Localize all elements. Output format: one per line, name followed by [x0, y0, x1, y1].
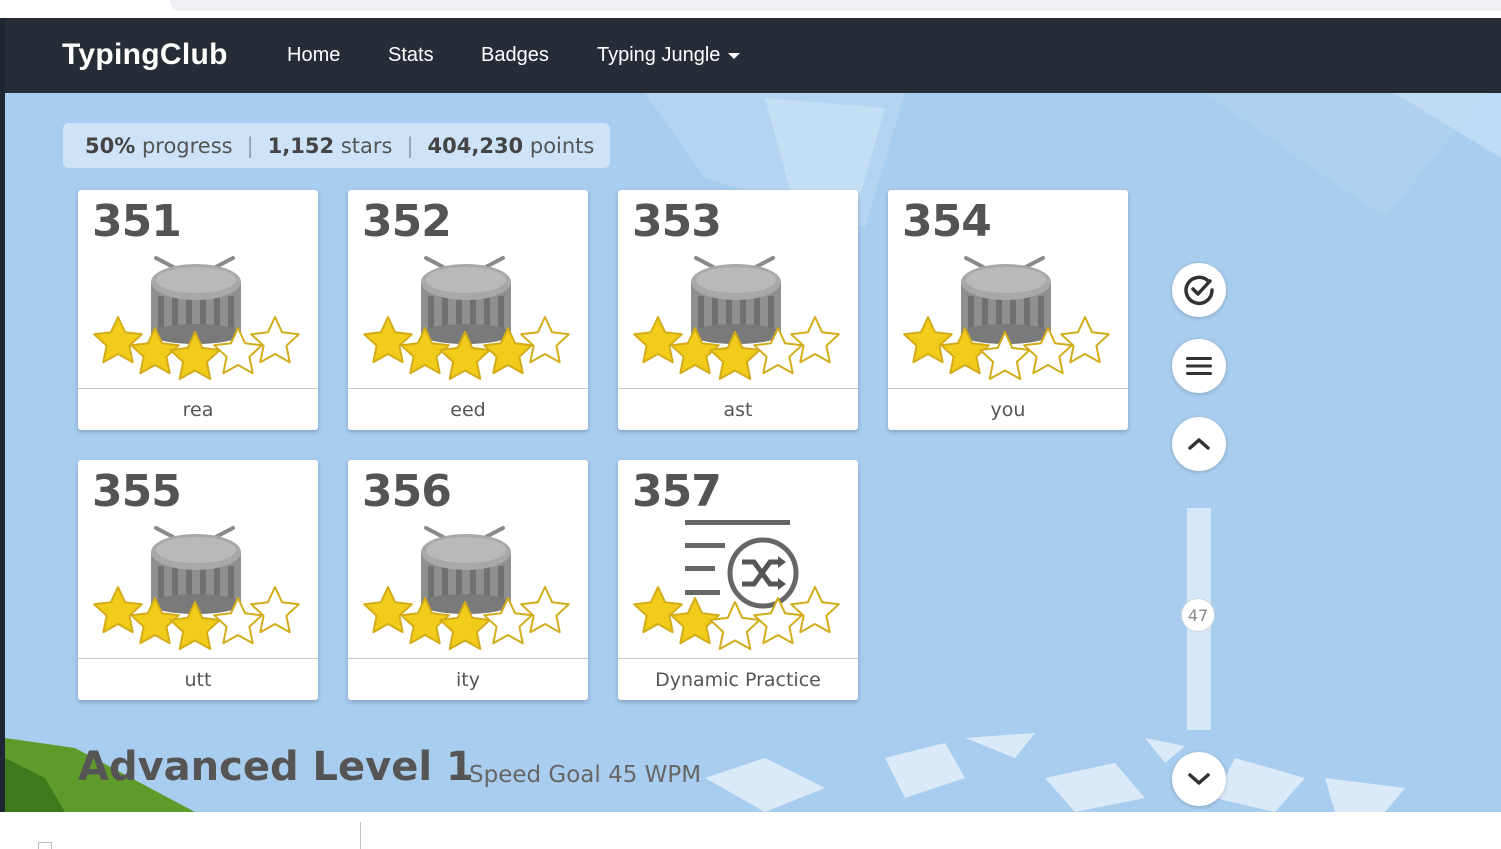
menu-button[interactable]	[1172, 339, 1226, 393]
star-filled-icon	[633, 586, 683, 634]
browser-top-strip	[0, 0, 1501, 18]
lesson-art	[93, 256, 300, 380]
star-empty-icon	[520, 586, 570, 634]
drum-icon	[421, 256, 511, 344]
stars-value: 1,152	[267, 133, 335, 158]
lesson-card-352[interactable]: 352 eed	[348, 190, 588, 430]
star-empty-icon	[250, 316, 300, 364]
lesson-title: ity	[348, 658, 588, 700]
drum-icon	[151, 526, 241, 614]
lesson-card-357[interactable]: 357 Dynamic Practice	[618, 460, 858, 700]
lesson-title: eed	[348, 388, 588, 430]
lesson-card-354[interactable]: 354 you	[888, 190, 1128, 430]
star-empty-icon	[790, 586, 840, 634]
lesson-art	[363, 256, 570, 380]
chevron-down-icon	[1188, 773, 1210, 785]
lesson-number: 352	[362, 196, 452, 247]
star-empty-icon	[250, 586, 300, 634]
lesson-art	[363, 526, 570, 650]
lesson-card-356[interactable]: 356 ity	[348, 460, 588, 700]
brand-logo[interactable]: TypingClub	[62, 38, 228, 72]
star-filled-icon	[93, 586, 143, 634]
progress-label: progress	[141, 133, 233, 158]
lesson-art	[633, 520, 840, 650]
check-circle-icon	[1184, 275, 1214, 306]
drum-icon	[151, 256, 241, 344]
app-frame: TypingClub Home Stats Badges Typing Jung…	[0, 18, 1501, 812]
points-value: 404,230	[427, 133, 524, 158]
points-label: points	[529, 133, 595, 158]
lesson-title: ast	[618, 388, 858, 430]
progress-summary: 50% progress | 1,152 stars | 404,230 poi…	[63, 123, 611, 168]
nav-typing-jungle-label: Typing Jungle	[597, 44, 721, 66]
lesson-art	[903, 256, 1110, 380]
nav-badges[interactable]: Badges	[481, 44, 549, 67]
lesson-title: Dynamic Practice	[618, 658, 858, 700]
lesson-title: you	[888, 388, 1128, 430]
scroll-down-button[interactable]	[1172, 752, 1226, 806]
lesson-title: utt	[78, 658, 318, 700]
drum-icon	[421, 526, 511, 614]
lesson-card-351[interactable]: 351 rea	[78, 190, 318, 430]
lesson-art	[93, 526, 300, 650]
progress-value: 50%	[85, 133, 136, 158]
file-icon	[38, 842, 52, 849]
scroll-position-badge[interactable]: 47	[1181, 598, 1215, 632]
shuffle-list-icon	[685, 520, 799, 609]
star-empty-icon	[1060, 316, 1110, 364]
lesson-number: 351	[92, 196, 182, 247]
star-filled-icon	[363, 586, 413, 634]
level-heading: Advanced Level 1	[78, 744, 474, 790]
lesson-number: 354	[902, 196, 992, 247]
check-progress-button[interactable]	[1172, 263, 1226, 317]
nav-stats[interactable]: Stats	[388, 44, 434, 67]
lesson-art	[633, 256, 840, 380]
lesson-card-353[interactable]: 353 ast	[618, 190, 858, 430]
drum-icon	[961, 256, 1051, 344]
nav-home[interactable]: Home	[287, 44, 340, 67]
star-filled-icon	[363, 316, 413, 364]
nav-typing-jungle-dropdown[interactable]: Typing Jungle	[597, 44, 741, 67]
star-filled-icon	[903, 316, 953, 364]
star-empty-icon	[790, 316, 840, 364]
lesson-number: 355	[92, 466, 182, 517]
scroll-up-button[interactable]	[1172, 417, 1226, 471]
caret-down-icon	[728, 52, 741, 59]
stars-label: stars	[340, 133, 393, 158]
browser-address-bar[interactable]	[170, 0, 1501, 11]
top-navbar: TypingClub Home Stats Badges Typing Jung…	[5, 18, 1501, 93]
chevron-up-icon	[1188, 438, 1210, 450]
star-empty-icon	[520, 316, 570, 364]
level-speed-goal: Speed Goal 45 WPM	[469, 762, 702, 788]
star-filled-icon	[93, 316, 143, 364]
star-empty-icon	[709, 601, 761, 650]
summary-separator: |	[246, 133, 254, 158]
lesson-title: rea	[78, 388, 318, 430]
browser-bottom-bar	[0, 812, 1501, 849]
lesson-number: 356	[362, 466, 452, 517]
menu-icon	[1186, 357, 1212, 375]
drum-icon	[691, 256, 781, 344]
summary-separator: |	[406, 133, 414, 158]
lesson-card-355[interactable]: 355 utt	[78, 460, 318, 700]
divider	[360, 822, 361, 849]
lesson-number: 357	[632, 466, 722, 517]
lesson-number: 353	[632, 196, 722, 247]
star-filled-icon	[633, 316, 683, 364]
